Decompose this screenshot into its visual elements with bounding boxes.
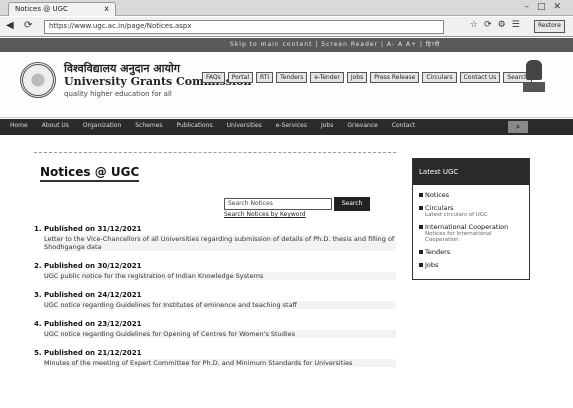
notice-date: 3. Published on 24/12/2021 [34, 291, 142, 299]
quick-link[interactable]: Press Release [370, 72, 420, 83]
quick-link[interactable]: FAQs [202, 72, 225, 83]
notice-date: 5. Published on 21/12/2021 [34, 349, 142, 357]
profile-button[interactable]: Restore [534, 20, 565, 33]
list-item: 4. Published on 23/12/2021 UGC notice re… [34, 320, 396, 338]
site-top-strip: Skip to main content | Screen Reader | A… [0, 38, 573, 52]
sidebar-item-label: Tenders [425, 248, 451, 256]
reload-icon[interactable]: ⟳ [24, 20, 32, 31]
sidebar-item[interactable]: Jobs [419, 261, 523, 269]
sidebar-item[interactable]: International Cooperation Notices for Int… [419, 223, 523, 243]
notice-link[interactable]: UGC notice regarding Guidelines for Inst… [44, 301, 396, 309]
search-icon[interactable]: ⌕ [508, 121, 528, 133]
quick-link[interactable]: Tenders [276, 72, 308, 83]
list-item: 2. Published on 30/12/2021 UGC public no… [34, 262, 396, 280]
nav-item[interactable]: Universities [227, 122, 262, 129]
sidebar-item-sub: Latest circulars of UGC [425, 212, 488, 218]
page-title: Notices @ UGC [40, 165, 140, 182]
toolbar-icons[interactable]: ☆⟳⚙☰ [470, 20, 526, 30]
notice-link[interactable]: Minutes of the meeting of Expert Committ… [44, 359, 396, 367]
notice-link[interactable]: UGC public notice for the registration o… [44, 272, 396, 280]
search-button[interactable]: Search [334, 197, 370, 211]
notice-date: 2. Published on 30/12/2021 [34, 262, 142, 270]
sidebar-item[interactable]: Notices [419, 191, 523, 199]
notice-date: 1. Published on 31/12/2021 [34, 225, 142, 233]
sidebar-title: Latest UGC [413, 159, 529, 185]
close-tab-icon[interactable]: x [104, 4, 109, 13]
sidebar-item-label: International Cooperation [425, 223, 509, 231]
nav-item[interactable]: Jobs [321, 122, 333, 129]
notice-date: 4. Published on 23/12/2021 [34, 320, 142, 328]
notice-link[interactable]: Letter to the Vice-Chancellors of all Un… [44, 235, 396, 251]
nav-item[interactable]: Home [10, 122, 28, 129]
nav-item[interactable]: Publications [177, 122, 213, 129]
quick-link[interactable]: RTI [256, 72, 274, 83]
list-item: 3. Published on 24/12/2021 UGC notice re… [34, 291, 396, 309]
notice-link[interactable]: UGC notice regarding Guidelines for Open… [44, 330, 396, 338]
list-item: 1. Published on 31/12/2021 Letter to the… [34, 225, 396, 251]
sidebar-item[interactable]: Tenders [419, 248, 523, 256]
bullet-icon [419, 250, 423, 254]
main-navigation: Home About Us Organization Schemes Publi… [0, 119, 573, 135]
quick-link[interactable]: Portal [227, 72, 253, 83]
national-emblem-icon [522, 60, 546, 100]
quick-link[interactable]: Contact Us [459, 72, 501, 83]
ugc-logo[interactable] [20, 62, 56, 98]
site-subtitle: quality higher education for all [64, 90, 172, 98]
nav-item[interactable]: Grievance [347, 122, 378, 129]
sidebar-item-label: Jobs [425, 261, 439, 269]
browser-tab-title: Notices @ UGC [15, 5, 68, 13]
list-item: 5. Published on 21/12/2021 Minutes of th… [34, 349, 396, 367]
quick-links: FAQs Portal RTI Tenders e-Tender Jobs Pr… [202, 72, 532, 83]
url-input[interactable]: https://www.ugc.ac.in/page/Notices.aspx [44, 20, 444, 34]
address-bar: ◀ ⟳ https://www.ugc.ac.in/page/Notices.a… [0, 17, 573, 37]
bullet-icon [419, 193, 423, 197]
sidebar-item-label: Notices [425, 191, 450, 199]
quick-link[interactable]: e-Tender [310, 72, 344, 83]
sidebar-item-sub: Notices for International Cooperation [425, 231, 492, 243]
bullet-icon [419, 263, 423, 267]
sidebar-item-label: Circulars [425, 204, 454, 212]
main-content: Notices @ UGC Search Notices Search Sear… [34, 152, 396, 404]
window-controls[interactable]: –□✕ [524, 2, 569, 12]
notice-list: 1. Published on 31/12/2021 Letter to the… [34, 225, 396, 378]
search-hint-link[interactable]: Search Notices by Keyword [224, 211, 306, 218]
nav-item[interactable]: Organization [83, 122, 121, 129]
site-header: विश्वविद्यालय अनुदान आयोग University Gra… [0, 52, 573, 118]
nav-item[interactable]: About Us [42, 122, 69, 129]
sidebar-list: Notices Circulars Latest circulars of UGC… [413, 185, 529, 280]
site-title-hindi: विश्वविद्यालय अनुदान आयोग [64, 62, 180, 75]
nav-item[interactable]: e-Services [276, 122, 307, 129]
browser-tab[interactable]: Notices @ UGC x [8, 2, 116, 16]
nav-item[interactable]: Contact [392, 122, 415, 129]
accessibility-links[interactable]: Skip to main content | Screen Reader | A… [230, 40, 440, 48]
quick-link[interactable]: Circulars [422, 72, 457, 83]
nav-item[interactable]: Schemes [135, 122, 162, 129]
bullet-icon [419, 225, 423, 229]
browser-tab-bar: Notices @ UGC x –□✕ [0, 0, 573, 16]
sidebar: Latest UGC Notices Circulars Latest circu… [412, 158, 530, 280]
sidebar-item[interactable]: Circulars Latest circulars of UGC [419, 204, 523, 218]
bullet-icon [419, 206, 423, 210]
back-icon[interactable]: ◀ [6, 20, 14, 31]
notice-search-input[interactable]: Search Notices [224, 198, 332, 210]
quick-link[interactable]: Jobs [346, 72, 368, 83]
